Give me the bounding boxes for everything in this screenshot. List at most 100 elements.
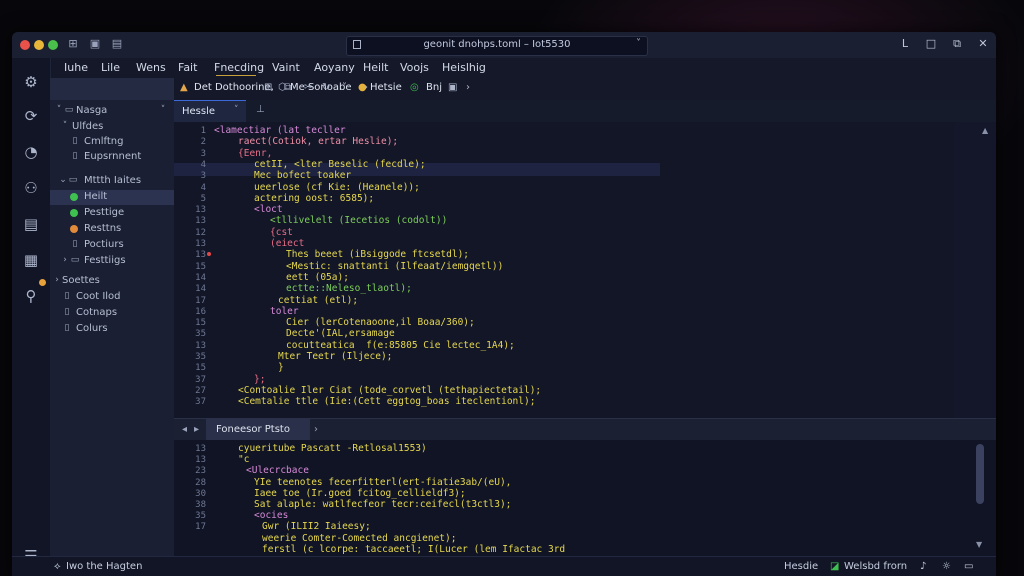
settings-icon[interactable]: ⚙ [21, 72, 41, 92]
minimize-dot-button[interactable] [34, 40, 44, 50]
menu-item[interactable]: Vaint [272, 61, 300, 74]
debug-run-icon[interactable]: ◎ [410, 82, 419, 93]
close-dot-button[interactable] [20, 40, 30, 50]
line-number: 17 [195, 295, 206, 306]
line-number: 23 [195, 466, 206, 477]
line-number: 35 [195, 329, 206, 340]
bell-icon[interactable]: ♪ [920, 561, 926, 572]
sidebar-item-colurs[interactable]: ▯ Colurs [50, 322, 174, 337]
settings-icon[interactable]: ☼ [942, 561, 951, 572]
menu-item[interactable]: Heilt [363, 61, 388, 74]
extensions-icon[interactable]: ▦ [21, 250, 41, 270]
status-encoding[interactable]: Welsbd frorn [844, 561, 907, 572]
scroll-down-icon[interactable]: ▼ [976, 540, 982, 549]
sidebar-section-soettes[interactable]: › Soettes [50, 274, 174, 289]
chevron-down-icon[interactable]: ˅ [342, 82, 347, 93]
grid-icon[interactable]: ⊞ [66, 37, 80, 51]
debug-icon[interactable]: ⚇ [21, 178, 41, 198]
menu-item[interactable]: Fnecding [214, 61, 264, 74]
status-language[interactable]: Hesdie [784, 561, 818, 572]
sidebar-item-resttns[interactable]: Resttns [50, 222, 174, 237]
sidebar-item-pesttige[interactable]: Pesttige [50, 206, 174, 221]
sidebar-item-label: Coot Ilod [76, 291, 121, 302]
chevron-right-icon[interactable]: › [466, 82, 470, 93]
error-marker-icon[interactable] [207, 252, 211, 256]
tab-panel[interactable]: Foneesor Ptsto [206, 419, 310, 441]
code-line: Cier (lerCotenaoone,il Boaa/360); [286, 317, 475, 329]
search-icon[interactable]: ⚲ [21, 286, 41, 306]
chevron-down-icon: ˅ [56, 105, 62, 115]
code-line: Mec bofect toaker [254, 170, 352, 182]
sidebar-item-poctiurs[interactable]: ▯ Poctiurs [50, 238, 174, 253]
git-branch-icon[interactable]: ⟡ [54, 561, 61, 572]
title-search-box[interactable]: geonit dnohps.toml – Iot5530 ˅ [346, 36, 648, 56]
sidebar-item-label: Cotnaps [76, 307, 118, 318]
sidebar-root[interactable]: ˅ ▭ Nasga ˅ [50, 104, 174, 119]
code-line: Decte'(IAL,ersamage [286, 328, 395, 340]
menu-item[interactable]: Lile [101, 61, 120, 74]
chevron-left-icon[interactable]: ◂ [182, 424, 187, 435]
refresh-icon[interactable]: ⟳ [21, 106, 41, 126]
sidebar-item-ulfdes[interactable]: ˅ Ulfdes [50, 120, 174, 135]
close-button[interactable]: ✕ [976, 37, 990, 50]
chevron-down-icon[interactable]: ˅ [636, 38, 641, 49]
menu-item[interactable]: Fait [178, 61, 197, 74]
file-icon: ▯ [64, 307, 70, 317]
line-number: 13 [195, 250, 206, 261]
chevron-down-icon[interactable]: ˅ [234, 105, 239, 115]
line-number: 14 [195, 284, 206, 295]
new-file-icon[interactable]: ⊞ [264, 82, 272, 93]
minimap[interactable] [954, 122, 996, 418]
run-icon[interactable]: ● [358, 82, 367, 93]
notification-badge [39, 279, 46, 286]
minimize-button[interactable]: L [898, 37, 912, 50]
tab-hessle[interactable]: Hessle ˅ [174, 100, 246, 123]
image-icon[interactable]: ▣ [88, 37, 102, 51]
scrollbar-thumb[interactable] [976, 444, 984, 504]
chevron-right-icon[interactable]: › [314, 424, 318, 435]
sidebar-item-cotnaps[interactable]: ▯ Cotnaps [50, 306, 174, 321]
scroll-up-icon[interactable]: ▲ [982, 126, 988, 135]
sidebar-item-label: Colurs [76, 323, 108, 334]
save-icon[interactable]: ▤ [110, 37, 124, 51]
code-line: cetII, <lter Beselic (fecdle); [254, 158, 426, 170]
code-line: ueerlose (cf Kie: (Heanele)); [254, 181, 420, 193]
secondary-run-button[interactable]: Bnj [426, 82, 442, 93]
line-number: 13 [195, 216, 206, 227]
restore-button[interactable]: □ [924, 37, 938, 50]
line-number: 14 [195, 272, 206, 283]
status-left-text[interactable]: Iwo the Hagten [66, 561, 142, 572]
menu-item[interactable]: Voojs [400, 61, 429, 74]
code-line: } [278, 362, 284, 374]
file-icon: ▯ [72, 136, 78, 146]
sidebar-item-coot-ilod[interactable]: ▯ Coot Ilod [50, 290, 174, 305]
menu-item[interactable]: Aoyany [314, 61, 355, 74]
chevron-right-icon[interactable]: ▸ [194, 424, 199, 435]
bottom-panel[interactable]: 13 13 23 28 30 38 35 17 cyueritube Pascatt -Ret… [174, 440, 996, 556]
zoom-dot-button[interactable] [48, 40, 58, 50]
folder-icon: ▭ [64, 105, 74, 115]
sidebar-item-eupsrnnent[interactable]: ▯ Eupsrnnent [50, 150, 174, 165]
code-line: weerie Comter-Comected ancgienet); [262, 532, 457, 544]
sidebar-item-heilt[interactable]: Heilt [50, 190, 174, 205]
history-icon[interactable]: ◔ [21, 142, 41, 162]
copy-icon[interactable]: ⧉ [284, 82, 291, 93]
sidebar-item-festtiigs[interactable]: › ▭ Festtiigs [50, 254, 174, 269]
code-line: "c [238, 454, 250, 466]
sync-icon[interactable]: ↻ [322, 82, 330, 93]
menu-item[interactable]: Iuhe [64, 61, 88, 74]
sidebar-item-mttth[interactable]: ⌄ ▭ Mttth Iaites [50, 174, 174, 189]
status-dot-icon [70, 209, 78, 217]
maximize-button[interactable]: ⧉ [950, 37, 964, 51]
cut-icon[interactable]: ✂ [304, 82, 312, 93]
folder-icon[interactable]: ▭ [964, 561, 973, 572]
clipboard-icon[interactable]: ▤ [21, 214, 41, 234]
code-line: Gwr (ILII2 Iaieesy; [262, 521, 371, 533]
sidebar-item-cmlftng[interactable]: ▯ Cmlftng [50, 135, 174, 150]
menu-item[interactable]: Wens [136, 61, 166, 74]
save-icon[interactable]: ▣ [448, 82, 457, 93]
code-editor[interactable]: 1 2 3 4 3 4 5 13 13 12 13 13 15 14 14 17 16 15 35 13 35 15 37 2… [174, 122, 996, 418]
run-button[interactable]: Hetsie [370, 82, 402, 93]
add-tab-icon[interactable]: ⊥ [256, 104, 265, 115]
menu-item[interactable]: Heislhig [442, 61, 486, 74]
